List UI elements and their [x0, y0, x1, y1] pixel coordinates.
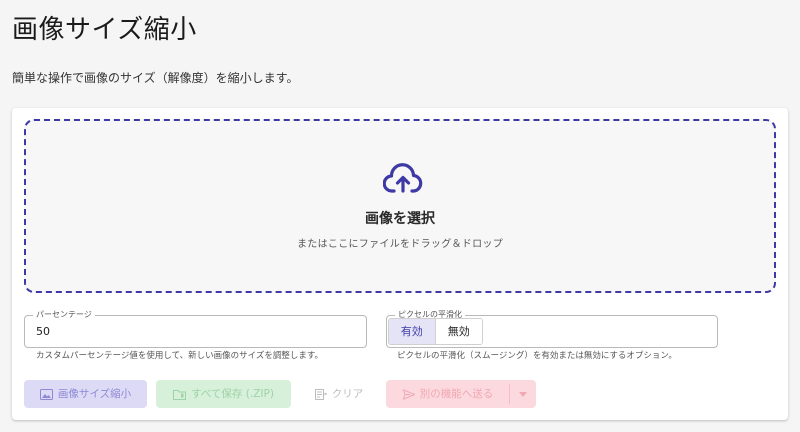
clear-icon	[314, 388, 327, 400]
clear-button[interactable]: クリア	[300, 380, 378, 408]
save-all-button[interactable]: すべて保存 (.ZIP)	[156, 380, 291, 408]
dropzone-subtitle: またはここにファイルをドラッグ＆ドロップ	[297, 239, 503, 250]
image-icon	[39, 388, 53, 400]
clear-button-label: クリア	[331, 388, 364, 400]
main-card: 画像を選択 またはここにファイルをドラッグ＆ドロップ パーセンテージ 50 カス…	[12, 108, 788, 420]
page-description: 簡単な操作で画像のサイズ（解像度）を縮小します。	[12, 71, 299, 85]
percentage-label: パーセンテージ	[33, 309, 95, 321]
file-dropzone[interactable]: 画像を選択 またはここにファイルをドラッグ＆ドロップ	[24, 119, 776, 293]
percentage-helper: カスタムパーセンテージ値を使用して、新しい画像のサイズを調整します。	[36, 351, 324, 361]
folder-zip-icon	[173, 389, 187, 400]
dropzone-title: 画像を選択	[365, 211, 435, 227]
cloud-upload-icon	[383, 163, 423, 193]
page-title: 画像サイズ縮小	[12, 15, 197, 45]
smoothing-helper: ピクセルの平滑化（スムージング）を有効または無効にするオプション。	[397, 351, 677, 361]
resize-button-label: 画像サイズ縮小	[57, 388, 132, 400]
smoothing-option-disabled[interactable]: 無効	[435, 319, 482, 344]
save-all-button-label: すべて保存 (.ZIP)	[191, 388, 274, 400]
send-button-label: 別の機能へ送る	[419, 388, 494, 400]
page: 画像サイズ縮小 簡単な操作で画像のサイズ（解像度）を縮小します。 画像を選択 ま…	[0, 0, 800, 432]
smoothing-field: ピクセルの平滑化 有効 無効	[386, 309, 718, 348]
chevron-down-icon[interactable]	[510, 380, 536, 408]
percentage-field[interactable]: パーセンテージ 50	[24, 309, 367, 348]
send-icon	[402, 388, 415, 400]
percentage-input[interactable]: 50	[36, 324, 50, 340]
smoothing-option-enabled[interactable]: 有効	[389, 319, 436, 344]
smoothing-toggle-group: 有効 無効	[388, 318, 483, 345]
resize-button[interactable]: 画像サイズ縮小	[24, 380, 147, 408]
send-to-feature-button[interactable]: 別の機能へ送る	[386, 380, 536, 408]
